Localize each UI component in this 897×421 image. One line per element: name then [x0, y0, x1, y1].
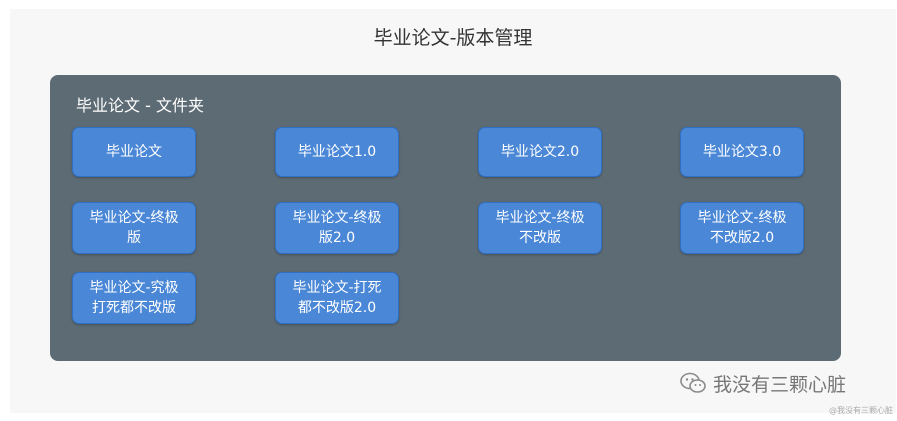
file-box: 毕业论文-终极 版2.0 — [275, 202, 399, 254]
file-box: 毕业论文2.0 — [478, 127, 602, 177]
wechat-icon — [679, 371, 707, 395]
diagram-canvas: 毕业论文-版本管理 毕业论文 - 文件夹 毕业论文 毕业论文1.0 毕业论文2.… — [10, 9, 896, 413]
file-box: 毕业论文3.0 — [680, 127, 804, 177]
folder-container: 毕业论文 - 文件夹 毕业论文 毕业论文1.0 毕业论文2.0 毕业论文3.0 … — [50, 75, 841, 361]
file-box: 毕业论文 — [72, 127, 196, 177]
file-box: 毕业论文1.0 — [275, 127, 399, 177]
file-box: 毕业论文-终极 不改版2.0 — [680, 202, 804, 254]
folder-label: 毕业论文 - 文件夹 — [76, 96, 204, 115]
watermark-small: @我没有三颗心脏 — [829, 406, 893, 415]
file-box: 毕业论文-终极 不改版 — [478, 202, 602, 254]
watermark: 我没有三颗心脏 — [679, 368, 846, 398]
diagram-title: 毕业论文-版本管理 — [373, 27, 533, 49]
file-box: 毕业论文-打死 都不改版2.0 — [275, 272, 399, 324]
file-box: 毕业论文-究极 打死都不改版 — [72, 272, 196, 324]
watermark-text: 我没有三颗心脏 — [713, 373, 847, 396]
file-box: 毕业论文-终极 版 — [72, 202, 196, 254]
